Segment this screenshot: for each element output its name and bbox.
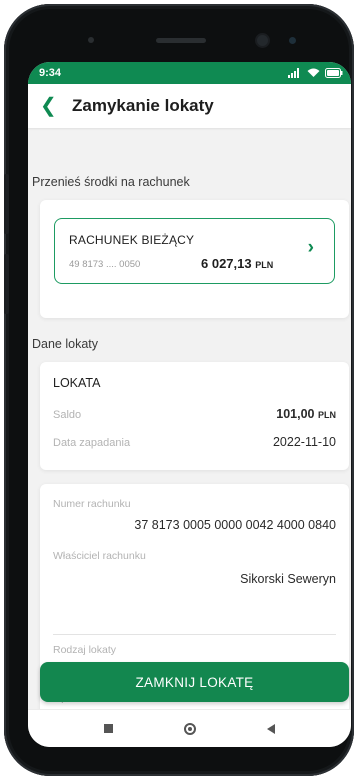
recents-icon[interactable] xyxy=(103,724,113,733)
system-nav-bar xyxy=(28,709,351,747)
front-camera xyxy=(257,35,268,46)
account-currency: PLN xyxy=(255,260,274,270)
back-arrow-icon[interactable]: ❮ xyxy=(40,96,62,116)
sensor-dot xyxy=(88,37,94,43)
owner-label: Właściciel rachunku xyxy=(53,550,146,562)
account-balance: 6 027,13 PLN xyxy=(201,256,273,271)
deposit-title: LOKATA xyxy=(53,376,101,390)
status-bar: 9:34 xyxy=(28,62,351,84)
account-selector[interactable]: RACHUNEK BIEŻĄCY 49 8173 .... 0050 6 027… xyxy=(54,218,335,284)
deposit-balance-label: Saldo xyxy=(53,409,82,421)
deposit-balance-amount: 101,00 xyxy=(276,407,315,421)
wifi-icon xyxy=(307,68,320,77)
back-nav-icon[interactable] xyxy=(267,723,276,734)
home-icon[interactable] xyxy=(183,722,196,735)
app-screen: 9:34 ❮ Zamykanie lokaty Przenieś środki … xyxy=(28,62,351,747)
account-name: RACHUNEK BIEŻĄCY xyxy=(69,233,195,247)
account-balance-amount: 6 027,13 xyxy=(201,256,252,271)
status-time: 9:34 xyxy=(39,67,62,79)
deposit-balance-value: 101,00 PLN xyxy=(276,407,336,421)
deposit-end-date-value: 2022-11-10 xyxy=(272,435,336,449)
deposit-end-date-row: Data zapadania 2022-11-10 xyxy=(53,435,336,449)
account-number: 49 8173 .... 0050 xyxy=(69,259,141,270)
target-account-card: RACHUNEK BIEŻĄCY 49 8173 .... 0050 6 027… xyxy=(40,200,349,318)
account-number-value: 37 8173 0005 0000 0042 4000 0840 xyxy=(134,518,336,532)
transfer-section-label: Przenieś środki na rachunek xyxy=(32,175,190,189)
close-deposit-button[interactable]: ZAMKNIJ LOKATĘ xyxy=(40,662,349,702)
top-app-bar: ❮ Zamykanie lokaty xyxy=(28,84,351,128)
deposit-balance-row: Saldo 101,00 PLN xyxy=(53,407,336,421)
power-button xyxy=(4,254,9,314)
deposit-balance-currency: PLN xyxy=(318,410,336,420)
chevron-right-icon: › xyxy=(307,237,314,258)
deposit-type-label: Rodzaj lokaty xyxy=(53,644,117,656)
volume-button xyxy=(4,174,9,234)
status-icons xyxy=(288,68,343,78)
deposit-end-date-label: Data zapadania xyxy=(53,437,131,449)
signal-icon xyxy=(288,68,299,78)
page-title: Zamykanie lokaty xyxy=(72,96,214,115)
account-number-label: Numer rachunku xyxy=(53,498,131,510)
deposit-section-label: Dane lokaty xyxy=(32,337,99,351)
phone-frame: 9:34 ❮ Zamykanie lokaty Przenieś środki … xyxy=(4,4,354,776)
proximity-sensor xyxy=(289,37,296,44)
battery-icon xyxy=(325,68,343,78)
divider xyxy=(53,634,336,635)
deposit-summary-card: LOKATA Saldo 101,00 PLN Data zapadania 2… xyxy=(40,362,349,470)
owner-value: Sikorski Seweryn xyxy=(240,572,336,586)
earpiece-speaker xyxy=(156,38,206,43)
